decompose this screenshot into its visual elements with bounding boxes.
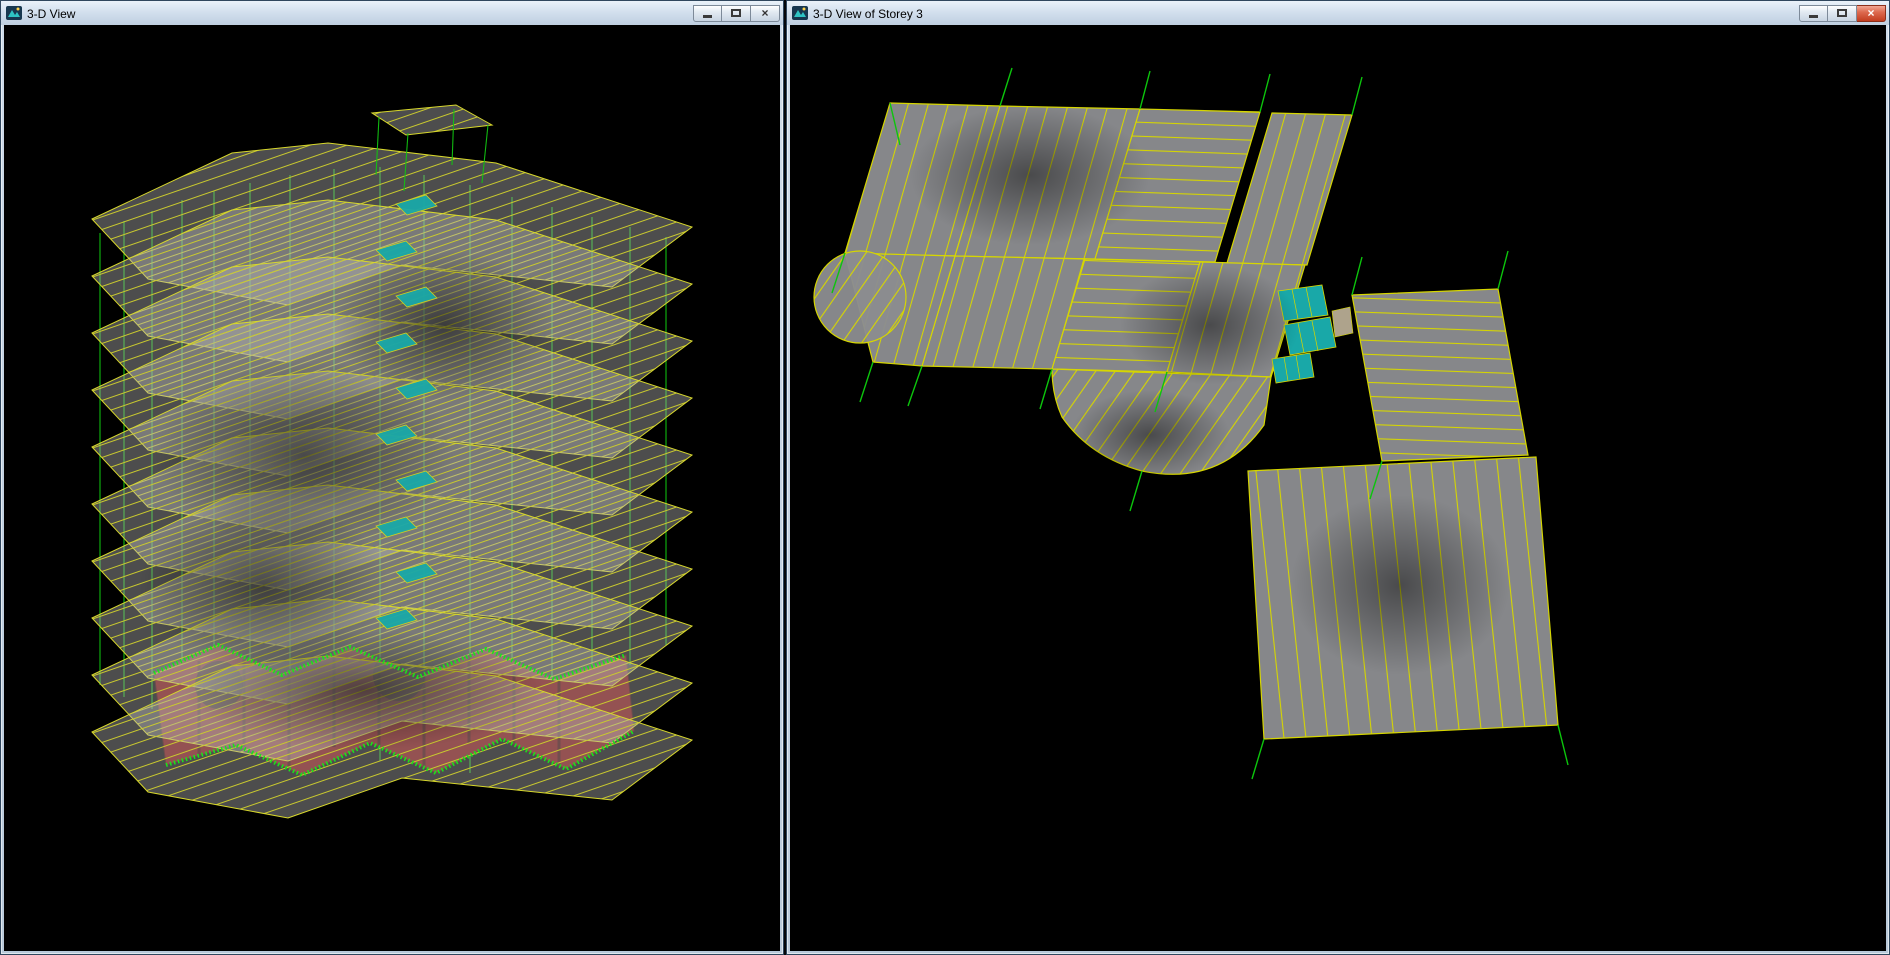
3d-model-canvas[interactable]	[4, 25, 780, 951]
3d-view-viewport[interactable]	[4, 25, 780, 951]
window-3d-view-storey-3[interactable]: 3-D View of Storey 3 ×	[786, 0, 1890, 955]
close-icon: ×	[1867, 7, 1874, 19]
minimize-button[interactable]	[693, 5, 722, 22]
close-button[interactable]: ×	[1857, 5, 1886, 22]
app-icon	[792, 5, 808, 21]
maximize-icon	[1837, 9, 1847, 17]
minimize-button[interactable]	[1799, 5, 1828, 22]
app-icon	[6, 5, 22, 21]
window-controls: ×	[1799, 5, 1886, 22]
window-title: 3-D View	[27, 6, 688, 21]
storey-view-viewport[interactable]	[790, 25, 1886, 951]
maximize-button[interactable]	[722, 5, 751, 22]
titlebar[interactable]: 3-D View ×	[1, 1, 783, 25]
window-3d-view[interactable]: 3-D View ×	[0, 0, 784, 955]
storey-plan-canvas[interactable]	[790, 25, 1886, 951]
minimize-icon	[1809, 15, 1818, 18]
maximize-button[interactable]	[1828, 5, 1857, 22]
window-controls: ×	[693, 5, 780, 22]
window-title: 3-D View of Storey 3	[813, 6, 1794, 21]
minimize-icon	[703, 15, 712, 18]
close-icon: ×	[761, 7, 768, 19]
close-button[interactable]: ×	[751, 5, 780, 22]
titlebar[interactable]: 3-D View of Storey 3 ×	[787, 1, 1889, 25]
maximize-icon	[731, 9, 741, 17]
